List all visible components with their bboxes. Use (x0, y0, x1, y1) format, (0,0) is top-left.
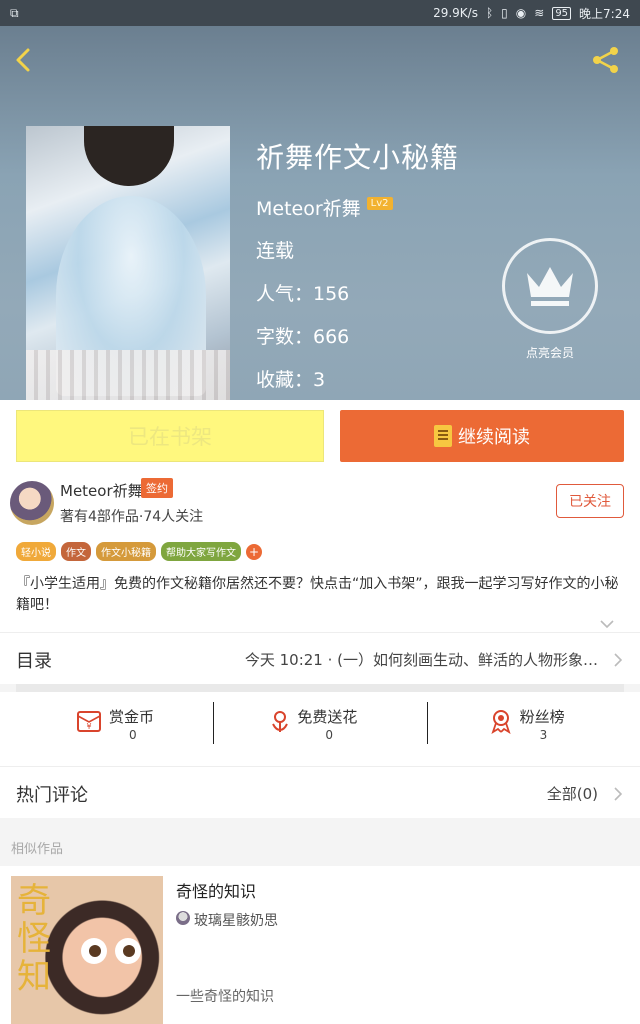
favorites-count: 收藏：3 (256, 369, 326, 391)
vip-crown-button[interactable] (502, 238, 598, 334)
screen-mirror-icon: ⧉ (10, 5, 19, 20)
tag[interactable]: 轻小说 (16, 542, 56, 561)
status-bar: ⧉ 29.9K/s ᛒ ▯ ◉ ≋ 95 晚上7:24 (0, 0, 640, 26)
author-name[interactable]: Meteor祈舞 (60, 480, 143, 501)
action-buttons: 已在书架 继续阅读 (0, 400, 640, 472)
support-stats: ¥ 赏金币 0 免费送花 0 粉丝榜 3 (0, 692, 640, 766)
divider (16, 684, 624, 692)
hot-comments-row[interactable]: 热门评论 全部(0) (0, 766, 640, 818)
similar-work-description: 一些奇怪的知识 (176, 989, 274, 1005)
send-flowers-item[interactable]: 免费送花 0 (213, 692, 426, 766)
stat-value: 0 (325, 728, 333, 742)
stat-value: 0 (129, 728, 137, 742)
status-time: 晚上7:24 (579, 6, 630, 21)
all-comments-link[interactable]: 全部(0) (547, 783, 598, 804)
book-author-row[interactable]: Meteor祈舞 Lv2 (256, 194, 393, 221)
chevron-right-icon (614, 652, 623, 667)
add-tag-button[interactable]: + (246, 543, 262, 560)
reward-coins-item[interactable]: ¥ 赏金币 0 (0, 692, 213, 766)
level-badge: Lv2 (366, 197, 393, 210)
book-title: 祈舞作文小秘籍 (256, 141, 460, 174)
book-header: 祈舞作文小秘籍 Meteor祈舞 Lv2 连载 人气：156 字数：666 收藏… (0, 26, 640, 400)
book-icon (434, 425, 452, 447)
eye-icon: ◉ (515, 6, 527, 20)
cover-eye (115, 938, 141, 964)
book-cover[interactable] (26, 126, 230, 400)
word-count: 字数：666 (256, 326, 350, 348)
svg-text:¥: ¥ (86, 722, 91, 731)
author-card: Meteor祈舞 签约 著有4部作品·74人关注 已关注 轻小说 作文 作文小秘… (0, 472, 640, 632)
continue-reading-button[interactable]: 继续阅读 (340, 410, 624, 462)
latest-chapter: 今天 10:21 · (一）如何刻画生动、鲜活的人物形象… (244, 651, 598, 669)
similar-works-heading: 相似作品 (11, 842, 64, 857)
battery-icon: 95 (552, 6, 572, 20)
share-icon[interactable] (590, 44, 622, 76)
book-description: 『小学生适用』免费的作文秘籍你居然还不要？快点击“加入书架”，跟我一起学习写好作… (16, 576, 619, 613)
similar-work-title[interactable]: 奇怪的知识 (176, 878, 256, 902)
flower-icon (267, 708, 293, 734)
similar-work-item[interactable]: 奇怪知 奇怪的知识 玻璃星骸奶思 一些奇怪的知识 (0, 866, 640, 1024)
tag[interactable]: 帮助大家写作文 (161, 542, 241, 561)
stat-label: 免费送花 (297, 708, 358, 726)
serial-status: 连载 (256, 240, 295, 262)
crown-icon (527, 267, 573, 306)
medal-icon (488, 708, 514, 735)
tag[interactable]: 作文小秘籍 (96, 542, 156, 561)
popularity: 人气：156 (256, 283, 350, 305)
fans-ranking-item[interactable]: 粉丝榜 3 (426, 692, 640, 766)
stat-label: 粉丝榜 (519, 708, 565, 726)
bluetooth-icon: ᛒ (485, 6, 494, 20)
book-author[interactable]: Meteor祈舞 (256, 194, 361, 221)
chevron-down-icon[interactable] (600, 614, 614, 629)
in-shelf-button[interactable]: 已在书架 (16, 410, 324, 462)
continue-reading-label: 继续阅读 (458, 427, 530, 448)
chevron-right-icon (614, 786, 623, 801)
author-avatar-icon (176, 911, 190, 925)
vip-label: 点亮会员 (525, 346, 574, 360)
author-stats: 著有4部作品·74人关注 (60, 509, 204, 525)
wifi-icon: ≋ (534, 6, 545, 20)
similar-work-author: 玻璃星骸奶思 (194, 913, 278, 929)
cover-eye (81, 938, 107, 964)
similar-work-cover[interactable]: 奇怪知 (11, 876, 163, 1024)
toc-label: 目录 (16, 651, 52, 672)
tag-list: 轻小说 作文 作文小秘籍 帮助大家写作文 + (16, 542, 262, 561)
network-speed: 29.9K/s (433, 6, 478, 20)
stat-value: 3 (539, 728, 548, 742)
signed-badge: 签约 (141, 478, 173, 498)
status-right: 29.9K/s ᛒ ▯ ◉ ≋ 95 晚上7:24 (433, 5, 630, 22)
cover-hair (84, 126, 174, 186)
cover-lace (26, 350, 230, 400)
stat-label: 赏金币 (109, 708, 155, 726)
tag[interactable]: 作文 (61, 542, 91, 561)
cover-title-art: 奇怪知 (17, 881, 51, 997)
vibrate-icon: ▯ (501, 6, 508, 20)
follow-button[interactable]: 已关注 (556, 484, 624, 518)
back-icon[interactable] (10, 44, 38, 76)
avatar[interactable] (10, 481, 54, 525)
comments-label: 热门评论 (16, 785, 88, 806)
table-of-contents-row[interactable]: 目录 今天 10:21 · (一）如何刻画生动、鲜活的人物形象… (0, 632, 640, 684)
coin-envelope-icon: ¥ (76, 708, 102, 734)
